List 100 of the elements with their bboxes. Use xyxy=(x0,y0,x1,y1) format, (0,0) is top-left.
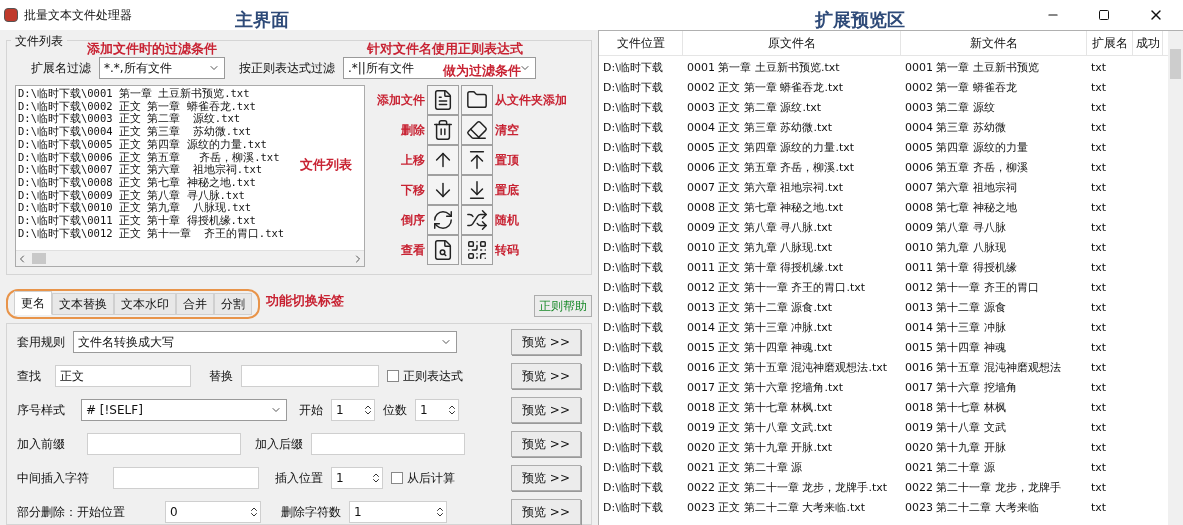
table-cell: 0021 正文 第二十章 源 xyxy=(687,461,803,474)
table-cell: D:\临时下载 xyxy=(603,341,663,354)
annotation-note: 做为过滤条件 xyxy=(443,62,521,80)
file-path[interactable]: D:\临时下载\0009 正文 第八章 寻八脉.txt xyxy=(18,188,245,202)
file-path[interactable]: D:\临时下载\0011 正文 第十章 得授机缘.txt xyxy=(18,214,256,227)
table-cell: 0016 正文 第十五章 混沌神磨观想法.txt xyxy=(687,361,888,374)
toolbar-button[interactable] xyxy=(461,235,493,265)
table-cell: D:\临时下载 xyxy=(603,61,663,74)
tab[interactable]: 分割 xyxy=(214,293,252,315)
toolbar-button[interactable] xyxy=(461,175,493,205)
table-cell: D:\临时下载 xyxy=(603,321,663,334)
field-label: 插入位置 xyxy=(275,470,323,487)
field-label: 删除字符数 xyxy=(281,504,341,521)
checkbox[interactable] xyxy=(391,472,403,484)
table-cell: txt xyxy=(1091,401,1107,414)
file-path[interactable]: D:\临时下载\0003 正文 第二章 源纹.txt xyxy=(18,112,241,126)
spin-field[interactable]: 1 xyxy=(331,399,375,421)
column-header[interactable]: 成功 xyxy=(1133,31,1163,55)
table-cell: D:\临时下载 xyxy=(603,301,663,314)
file-path[interactable]: D:\临时下载\0012 正文 第十一章 齐王的胃口.txt xyxy=(18,226,285,240)
field-label: 中间插入字符 xyxy=(17,470,90,487)
file-path[interactable]: D:\临时下载\0010 正文 第九章 八脉现.txt xyxy=(18,201,252,215)
column-header[interactable]: 新文件名 xyxy=(901,31,1087,55)
spin-field[interactable]: 0 xyxy=(165,501,261,523)
column-header[interactable]: 文件位置 xyxy=(599,31,683,55)
preview-button[interactable]: 预览 >> xyxy=(511,499,581,525)
table-cell: 0002 正文 第一章 蟒雀吞龙.txt xyxy=(687,81,844,94)
field-label: 扩展名过滤 xyxy=(31,60,91,77)
table-cell: D:\临时下载 xyxy=(603,501,663,514)
table-cell: D:\临时下载 xyxy=(603,481,663,494)
file-path[interactable]: D:\临时下载\0002 正文 第一章 蟒雀吞龙.txt xyxy=(18,99,256,113)
annotation-heading: 主界面 xyxy=(235,8,289,32)
toolbar-button[interactable] xyxy=(427,145,459,175)
column-header[interactable]: 原文件名 xyxy=(683,31,901,55)
text-field[interactable] xyxy=(311,433,465,455)
toolbar-button[interactable] xyxy=(461,205,493,235)
table-cell: 0015 正文 第十四章 神魂.txt xyxy=(687,341,833,354)
preview-button[interactable]: 预览 >> xyxy=(511,465,581,491)
toolbar-button[interactable] xyxy=(427,115,459,145)
toolbar-button[interactable] xyxy=(427,175,459,205)
preview-button[interactable]: 预览 >> xyxy=(511,329,581,355)
toolbar-button[interactable] xyxy=(427,235,459,265)
text-field[interactable] xyxy=(87,433,241,455)
file-path[interactable]: D:\临时下载\0005 正文 第四章 源纹的力量.txt xyxy=(18,137,267,151)
checkbox[interactable] xyxy=(387,370,399,382)
toolbar-button[interactable] xyxy=(461,115,493,145)
column-header[interactable]: 扩展名 xyxy=(1087,31,1133,55)
spin-field[interactable]: 1 xyxy=(349,501,447,523)
toolbar-button[interactable] xyxy=(461,145,493,175)
tab[interactable]: 合并 xyxy=(176,293,214,315)
file-path[interactable]: D:\临时下载\0007 正文 第六章 祖地宗祠.txt xyxy=(18,163,263,176)
text-field[interactable] xyxy=(241,365,379,387)
cycle-icon xyxy=(432,209,454,231)
file-path[interactable]: D:\临时下载\0004 正文 第三章 苏幼微.txt xyxy=(18,125,252,138)
table-cell: 0018 第十七章 林枫 xyxy=(905,401,1006,414)
table-cell: 0005 正文 第四章 源纹的力量.txt xyxy=(687,141,855,154)
file-path[interactable]: D:\临时下载\0001 第一章 土豆新书预览.txt xyxy=(18,87,250,100)
file-path[interactable]: D:\临时下载\0008 正文 第七章 神秘之地.txt xyxy=(18,175,256,189)
table-cell: 0004 正文 第三章 苏幼微.txt xyxy=(687,121,833,134)
table-cell: 0010 第九章 八脉现 xyxy=(905,241,1006,254)
rule-dropdown[interactable]: 文件名转换成大写 xyxy=(73,331,457,353)
table-cell: 0005 第四章 源纹的力量 xyxy=(905,141,1028,154)
file-path[interactable]: D:\临时下载\0006 正文 第五章 齐岳，柳溪.txt xyxy=(18,150,280,164)
tab[interactable]: 文本替换 xyxy=(52,293,114,315)
field-label: 部分删除：开始位置 xyxy=(17,504,126,521)
toolbar-button[interactable] xyxy=(427,85,459,115)
scroll-thumb[interactable] xyxy=(32,253,46,264)
preview-button[interactable]: 预览 >> xyxy=(511,363,581,389)
regex-help-button[interactable]: 正则帮助 xyxy=(534,295,592,317)
sequence-style-dropdown[interactable]: # [!SELF] xyxy=(81,399,287,421)
vertical-scrollbar[interactable] xyxy=(1168,31,1183,525)
table-cell: 0001 第一章 土豆新书预览.txt xyxy=(687,61,840,74)
horizontal-scrollbar[interactable] xyxy=(16,250,364,266)
text-field[interactable] xyxy=(113,467,259,489)
table-cell: txt xyxy=(1091,301,1107,314)
table-cell: txt xyxy=(1091,161,1107,174)
extension-filter-dropdown[interactable]: *.*,所有文件 xyxy=(99,57,225,79)
tab[interactable]: 更名 xyxy=(14,291,52,315)
file-list[interactable] xyxy=(15,85,365,267)
scroll-thumb[interactable] xyxy=(1170,49,1181,79)
table-cell: D:\临时下载 xyxy=(603,241,663,254)
preview-button[interactable]: 预览 >> xyxy=(511,431,581,457)
spin-field[interactable]: 1 xyxy=(415,399,459,421)
field-label: 按正则表达式过滤 xyxy=(239,60,335,77)
table-cell: txt xyxy=(1091,481,1107,494)
table-cell: 0018 正文 第十七章 林枫.txt xyxy=(687,401,833,414)
spin-field[interactable]: 1 xyxy=(331,467,383,489)
maximize-icon[interactable] xyxy=(1098,9,1110,21)
tab[interactable]: 文本水印 xyxy=(114,293,176,315)
toolbar-button[interactable] xyxy=(461,85,493,115)
table-cell: txt xyxy=(1091,141,1107,154)
table-cell: txt xyxy=(1091,121,1107,134)
table-cell: 0019 第十八章 文武 xyxy=(905,421,1006,434)
table-cell: 0002 第一章 蟒雀吞龙 xyxy=(905,81,1017,94)
callout-label: 置底 xyxy=(495,182,519,199)
trash-icon xyxy=(432,119,454,141)
preview-button[interactable]: 预览 >> xyxy=(511,397,581,423)
table-cell: D:\临时下载 xyxy=(603,101,663,114)
text-field[interactable]: 正文 xyxy=(55,365,191,387)
toolbar-button[interactable] xyxy=(427,205,459,235)
